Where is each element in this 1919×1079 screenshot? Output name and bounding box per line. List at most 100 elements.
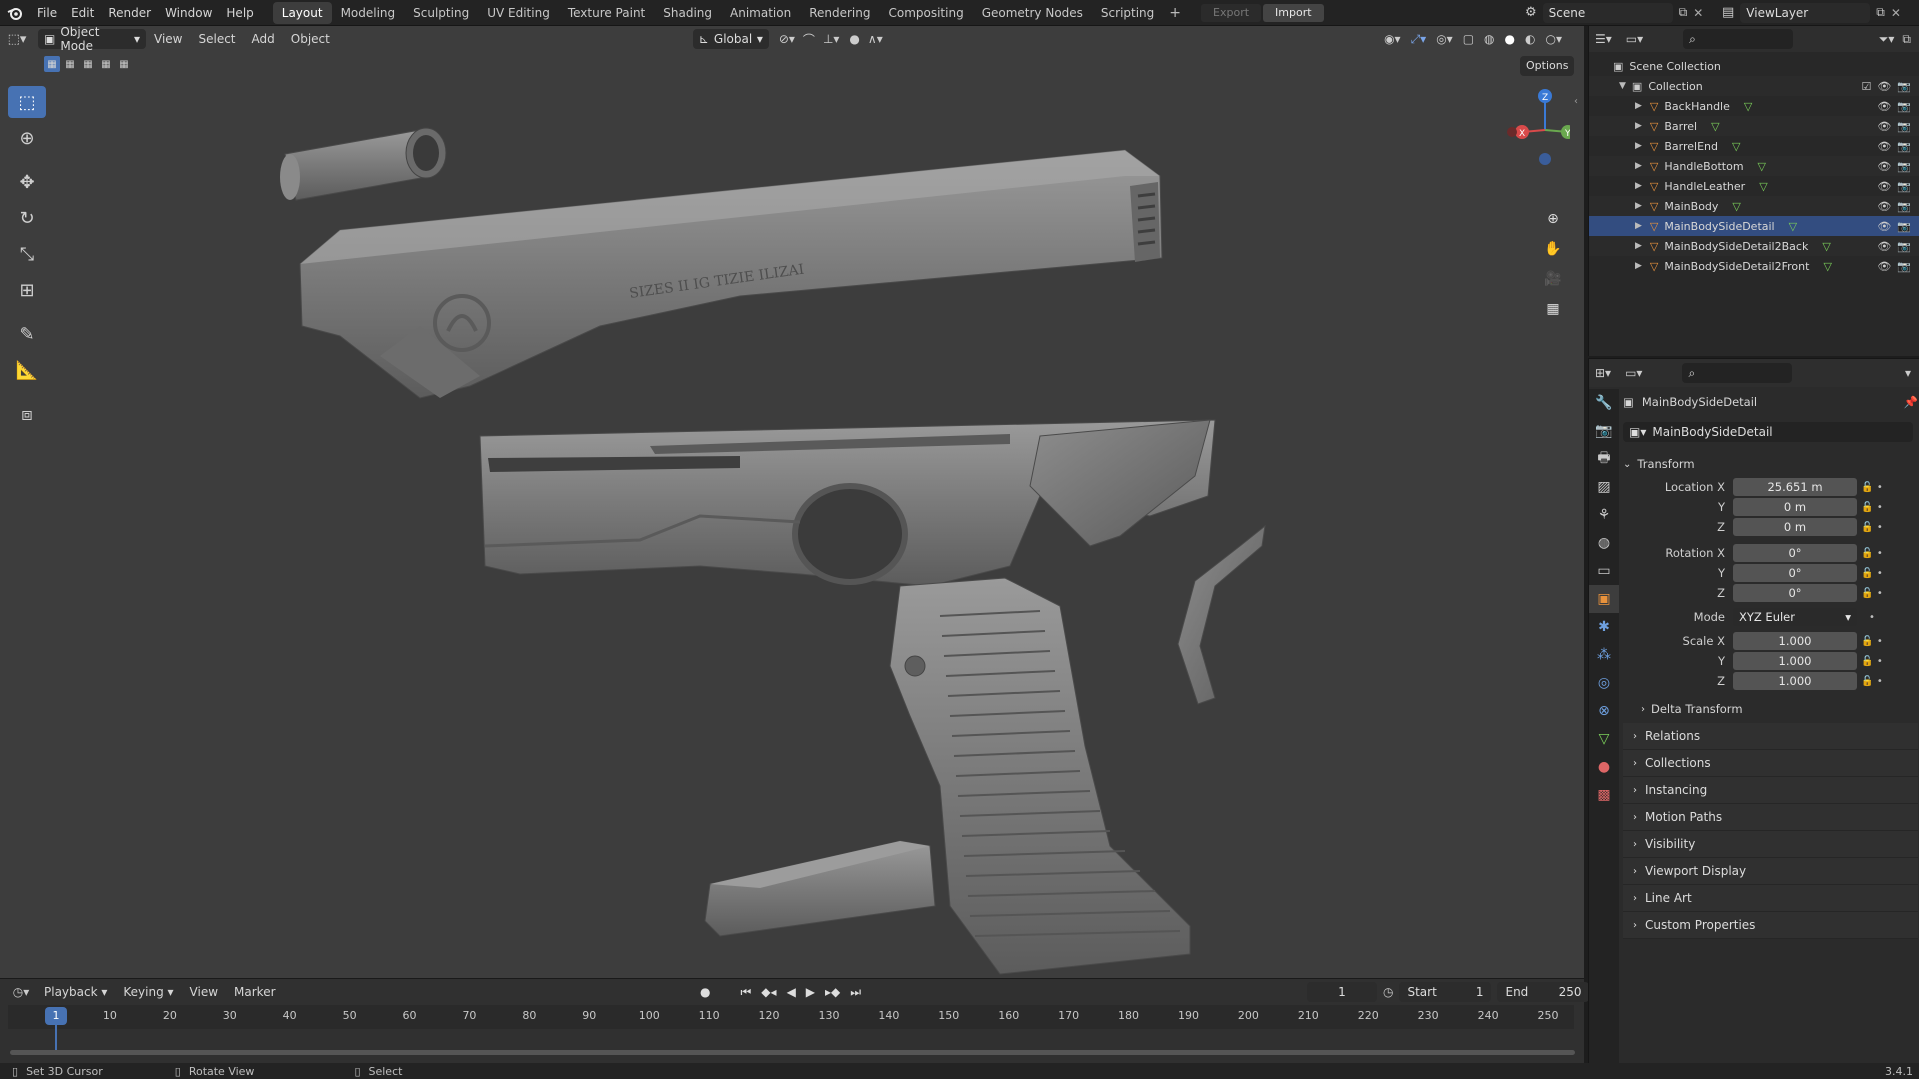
outliner-object-row[interactable]: ▶ ▽ Barrel ▽ 👁 📷: [1589, 116, 1919, 136]
expand-arrow-icon[interactable]: ▶: [1635, 181, 1642, 191]
outliner-object-row[interactable]: ▶ ▽ MainBodySideDetail ▽ 👁 📷: [1589, 216, 1919, 236]
handle-leather-grip[interactable]: [889, 577, 1191, 975]
expand-arrow-icon[interactable]: ▶: [1635, 101, 1642, 111]
eye-icon[interactable]: 👁: [1877, 160, 1891, 173]
outliner-object-row[interactable]: ▶ ▽ MainBody ▽ 👁 📷: [1589, 196, 1919, 216]
camera-icon[interactable]: 📷: [1897, 140, 1911, 153]
panel-header[interactable]: › Viewport Display: [1623, 858, 1918, 885]
delta-transform-header[interactable]: › Delta Transform: [1623, 695, 1918, 723]
jump-start-icon[interactable]: ⏮: [740, 985, 751, 1000]
tab-render[interactable]: 📷: [1589, 417, 1619, 445]
tab-constraints[interactable]: ⊗: [1589, 697, 1619, 725]
tab-layout[interactable]: Layout: [272, 1, 332, 24]
scale-x-field[interactable]: 1.000: [1733, 632, 1857, 650]
tab-scripting[interactable]: Scripting: [1092, 2, 1163, 24]
scene-icon[interactable]: ⚙: [1525, 5, 1537, 20]
tab-material[interactable]: ●: [1589, 753, 1619, 781]
rotation-y-field[interactable]: 0°: [1733, 564, 1857, 582]
rotation-mode-dropdown[interactable]: XYZ Euler ▾: [1733, 608, 1857, 626]
end-frame-field[interactable]: End 250: [1497, 982, 1590, 1002]
location-y-field[interactable]: 0 m: [1733, 498, 1857, 516]
tab-compositing[interactable]: Compositing: [879, 2, 972, 24]
eye-icon[interactable]: 👁: [1877, 240, 1891, 253]
panel-header[interactable]: › Visibility: [1623, 831, 1918, 858]
menu-timeline-view[interactable]: View: [182, 985, 226, 999]
main-body-slide[interactable]: SIZES II IG TIZIE ILIZAI: [299, 149, 1163, 399]
scale-y-field[interactable]: 1.000: [1733, 652, 1857, 670]
eye-icon[interactable]: 👁: [1877, 140, 1891, 153]
tab-texture-paint[interactable]: Texture Paint: [559, 2, 654, 24]
3d-viewport[interactable]: ⬚▾ ▣ Object Mode ▾ View Select Add Objec…: [0, 26, 1584, 978]
eye-icon[interactable]: 👁: [1877, 180, 1891, 193]
location-x-field[interactable]: 25.651 m: [1733, 478, 1857, 496]
expand-arrow-icon[interactable]: ▶: [1635, 141, 1642, 151]
import-button[interactable]: Import: [1263, 3, 1324, 22]
lock-icon[interactable]: 🔓 •: [1857, 502, 1887, 513]
display-mode-icon[interactable]: ▭▾: [1626, 32, 1643, 46]
pin-icon[interactable]: 📌: [1904, 395, 1918, 409]
camera-icon[interactable]: 📷: [1897, 240, 1911, 253]
tab-output[interactable]: 🖶: [1589, 445, 1619, 473]
play-icon[interactable]: ▶: [806, 985, 815, 999]
delete-viewlayer-icon[interactable]: ✕: [1891, 6, 1901, 20]
panel-header[interactable]: › Instancing: [1623, 777, 1918, 804]
gun-model-render[interactable]: SIZES II IG TIZIE ILIZAI: [0, 26, 1584, 978]
menu-edit[interactable]: Edit: [64, 0, 101, 26]
expand-arrow-icon[interactable]: ▶: [1635, 261, 1642, 271]
tab-physics[interactable]: ◎: [1589, 669, 1619, 697]
ortho-toggle-button[interactable]: ▦: [1540, 296, 1566, 322]
back-handle-part[interactable]: [1177, 524, 1266, 705]
panel-header[interactable]: › Relations: [1623, 723, 1918, 750]
barrel-part[interactable]: [280, 127, 447, 201]
outliner-object-row[interactable]: ▶ ▽ HandleLeather ▽ 👁 📷: [1589, 176, 1919, 196]
tab-particles[interactable]: ⁂: [1589, 641, 1619, 669]
transform-panel-header[interactable]: ⌄ Transform: [1623, 451, 1918, 477]
tab-scene[interactable]: ⚘: [1589, 501, 1619, 529]
tab-shading[interactable]: Shading: [654, 2, 721, 24]
timeline-ruler[interactable]: 1 10 20 30 40 50 60 70 80 90 100 110 120 130 140 150 160…: [8, 1005, 1574, 1055]
eye-icon[interactable]: 👁: [1877, 100, 1891, 113]
rotation-x-field[interactable]: 0°: [1733, 544, 1857, 562]
panel-header[interactable]: › Line Art: [1623, 885, 1918, 912]
expand-arrow-icon[interactable]: ▶: [1635, 241, 1642, 251]
tab-modeling[interactable]: Modeling: [332, 2, 405, 24]
playhead-frame-indicator[interactable]: 1: [45, 1007, 67, 1025]
outliner-object-row[interactable]: ▶ ▽ MainBodySideDetail2Front ▽ 👁 📷: [1589, 256, 1919, 276]
camera-icon[interactable]: 📷: [1897, 200, 1911, 213]
lock-icon[interactable]: 🔓 •: [1857, 588, 1887, 599]
lock-icon[interactable]: 🔓 •: [1857, 568, 1887, 579]
checkbox-icon[interactable]: ☑: [1861, 80, 1871, 93]
tab-animation[interactable]: Animation: [721, 2, 800, 24]
new-viewlayer-icon[interactable]: ⧉: [1876, 5, 1885, 20]
expand-arrow-icon[interactable]: ▶: [1635, 221, 1642, 231]
lock-icon[interactable]: 🔓 •: [1857, 522, 1887, 533]
eye-icon[interactable]: 👁: [1877, 200, 1891, 213]
eye-icon[interactable]: 👁: [1877, 260, 1891, 273]
eye-icon[interactable]: 👁: [1877, 80, 1891, 93]
timeline-scrollbar[interactable]: [10, 1050, 1575, 1055]
eye-icon[interactable]: 👁: [1877, 120, 1891, 133]
object-name[interactable]: MainBodySideDetail: [1642, 395, 1757, 409]
outliner-search-input[interactable]: ⌕: [1683, 29, 1794, 49]
record-icon[interactable]: ●: [700, 985, 710, 999]
clock-icon[interactable]: ◷: [1383, 985, 1393, 999]
new-scene-icon[interactable]: ⧉: [1679, 5, 1688, 20]
camera-icon[interactable]: 📷: [1897, 220, 1911, 233]
delete-scene-icon[interactable]: ✕: [1693, 6, 1703, 20]
jump-end-icon[interactable]: ⏭: [850, 985, 861, 1000]
add-workspace-button[interactable]: +: [1163, 5, 1187, 21]
lock-icon[interactable]: 🔓 •: [1857, 676, 1887, 687]
rotation-z-field[interactable]: 0°: [1733, 584, 1857, 602]
location-z-field[interactable]: 0 m: [1733, 518, 1857, 536]
menu-render[interactable]: Render: [101, 0, 158, 26]
lock-icon[interactable]: 🔓 •: [1857, 636, 1887, 647]
tab-sculpting[interactable]: Sculpting: [404, 2, 478, 24]
next-keyframe-icon[interactable]: ▸◆: [825, 985, 840, 999]
tab-tool[interactable]: 🔧: [1589, 389, 1619, 417]
tab-modifiers[interactable]: ✱: [1589, 613, 1619, 641]
outliner-editor-icon[interactable]: ☰▾: [1595, 32, 1612, 46]
tab-rendering[interactable]: Rendering: [800, 2, 879, 24]
outliner-object-row[interactable]: ▶ ▽ BackHandle ▽ 👁 📷: [1589, 96, 1919, 116]
outliner-object-row[interactable]: ▶ ▽ MainBodySideDetail2Back ▽ 👁 📷: [1589, 236, 1919, 256]
play-reverse-icon[interactable]: ◀: [787, 985, 796, 999]
